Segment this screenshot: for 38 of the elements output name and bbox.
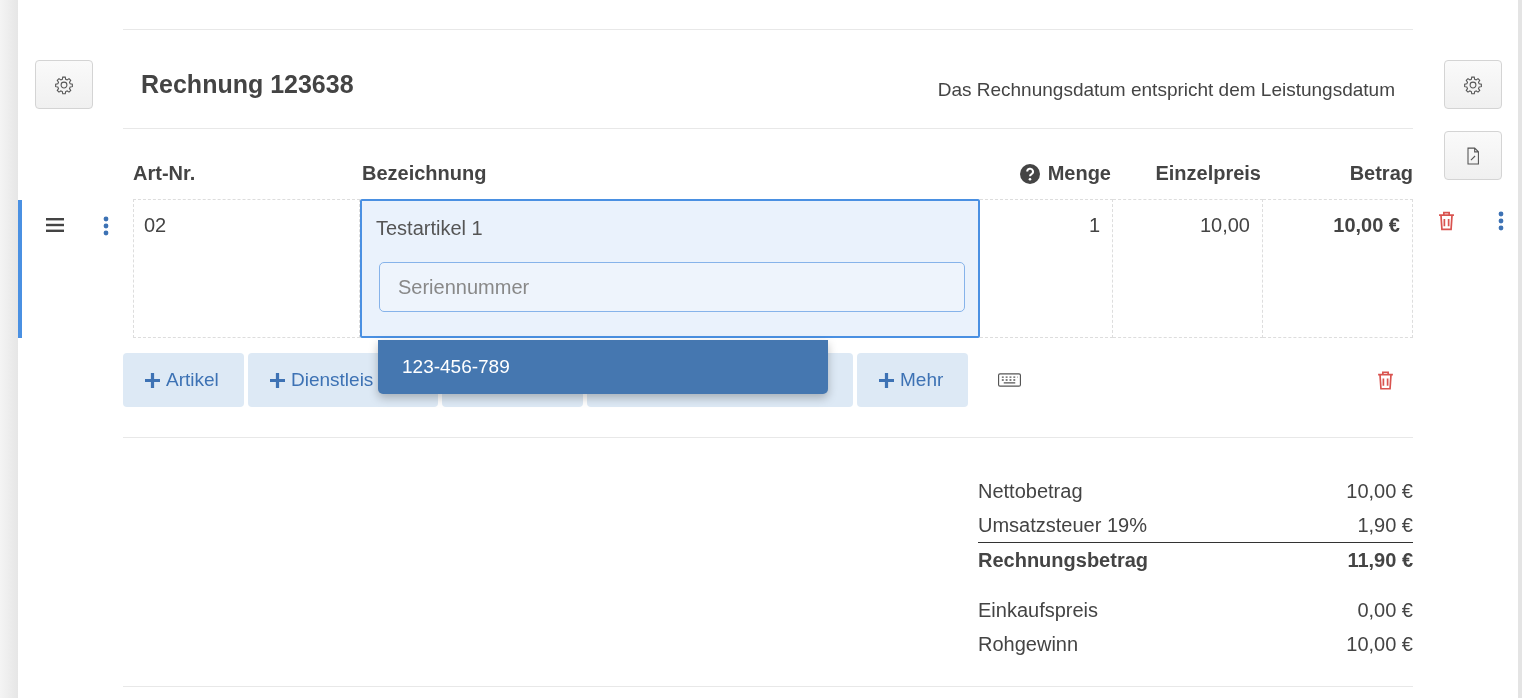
column-header: Einzelpreis — [1155, 162, 1261, 185]
more-icon[interactable] — [103, 216, 109, 236]
total-label: Rechnungsbetrag — [978, 548, 1149, 572]
invoice-title: Rechnung 123638 — [141, 69, 354, 99]
add-button[interactable]: Artikel — [123, 353, 244, 407]
help-icon[interactable] — [1019, 163, 1040, 184]
column-header: Bezeichnung — [362, 162, 487, 185]
add-button[interactable]: Mehr — [857, 353, 968, 407]
suggestion-item[interactable]: 123-456-789 — [378, 340, 828, 394]
total-value: 1,90 € — [1357, 513, 1413, 537]
date-note: Das Rechnungsdatum entspricht dem Leistungsdatum — [937, 79, 1395, 101]
column-header: Betrag — [1349, 162, 1413, 185]
settings-button[interactable] — [1444, 60, 1502, 109]
table-cell: 10,00 — [1199, 214, 1250, 237]
column-header: Art-Nr. — [133, 162, 196, 185]
table-cell: 02 — [144, 214, 167, 237]
edit-document-button[interactable] — [1444, 131, 1502, 180]
table-cell: 10,00 € — [1333, 214, 1400, 237]
keyboard-icon[interactable] — [998, 373, 1021, 387]
total-label: Umsatzsteuer 19% — [978, 513, 1147, 537]
description-text: Testartikel 1 — [376, 217, 483, 240]
total-value: 11,90 € — [1347, 548, 1413, 572]
total-label: Rohgewinn — [978, 632, 1079, 656]
serial-number-field[interactable]: Seriennummer — [379, 262, 965, 312]
more-icon[interactable] — [1498, 211, 1504, 231]
delete-icon[interactable] — [1377, 370, 1394, 390]
total-label: Nettobetrag — [978, 479, 1083, 503]
settings-icon — [1463, 74, 1483, 95]
total-value: 10,00 € — [1346, 479, 1413, 503]
total-value: 0,00 € — [1357, 598, 1413, 622]
column-header: Menge — [1047, 162, 1111, 185]
settings-button[interactable] — [35, 60, 93, 109]
total-value: 10,00 € — [1346, 632, 1413, 656]
delete-icon[interactable] — [1438, 211, 1455, 231]
total-label: Einkaufspreis — [978, 598, 1099, 622]
settings-icon — [54, 74, 74, 95]
table-cell: 1 — [1088, 214, 1100, 237]
drag-handle-icon[interactable] — [46, 218, 64, 232]
